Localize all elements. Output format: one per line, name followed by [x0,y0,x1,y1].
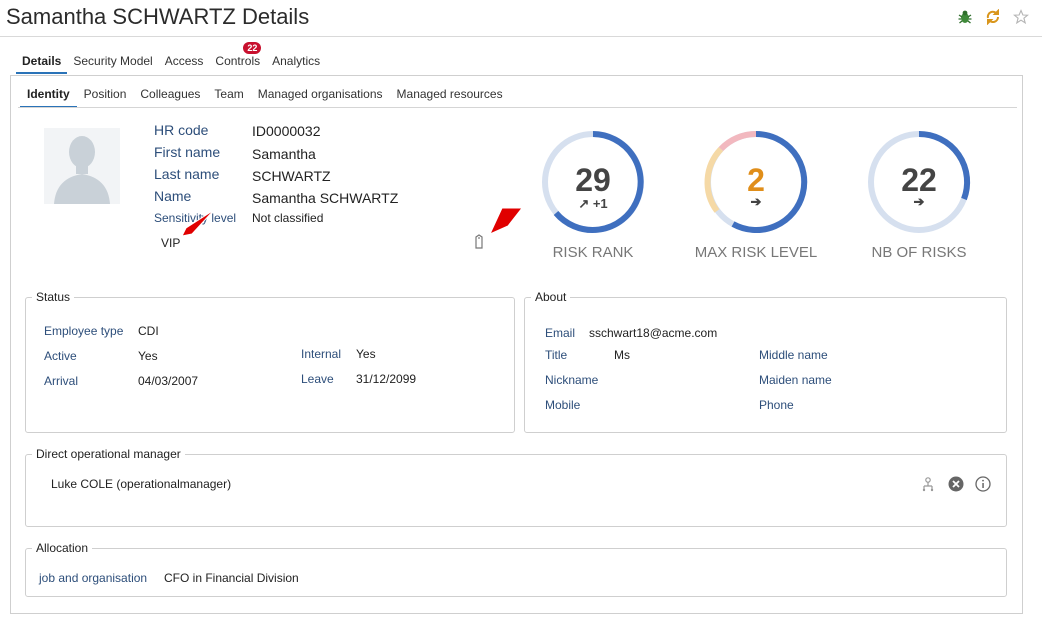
sensitivity-value: Not classified [252,211,324,225]
avatar [44,128,120,204]
tab-label: Access [164,54,204,68]
tab-security-model[interactable]: Security Model [67,50,158,74]
manager-link[interactable]: Luke COLE (operationalmanager) [51,477,231,491]
org-chart-icon[interactable] [920,476,936,492]
allocation-value: CFO in Financial Division [164,571,299,585]
sync-icon[interactable] [984,8,1002,26]
tab-label: Analytics [272,54,321,68]
tab-access[interactable]: Access [159,50,210,74]
employee-type-value: CDI [138,324,159,338]
tab-controls[interactable]: Controls 22 [209,42,266,74]
name-label: Name [154,188,192,204]
active-value: Yes [138,349,158,363]
nb-of-risks-caption: NB OF RISKS [871,244,967,261]
first-name-value: Samantha [252,146,316,162]
controls-count-badge: 22 [243,42,262,54]
hr-code-value: ID0000032 [252,123,321,139]
about-legend: About [535,290,567,304]
arrival-value: 04/03/2007 [138,374,199,388]
tab-label: Security Model [73,54,153,68]
header-actions [956,8,1030,26]
allocation-label: job and organisation [39,571,148,585]
hr-code-label: HR code [154,122,209,138]
bug-icon[interactable] [956,8,974,26]
tab-managed-resources[interactable]: Managed resources [390,84,510,108]
name-value: Samantha SCHWARTZ [252,190,399,206]
internal-value: Yes [356,347,376,361]
leave-label: Leave [301,372,334,386]
employee-type-label: Employee type [44,324,124,338]
sub-tabs-divider [18,107,1017,108]
status-legend: Status [36,290,71,304]
first-name-label: First name [154,144,221,160]
max-risk-level-caption: MAX RISK LEVEL [694,244,818,261]
allocation-section: Allocation [25,541,1007,597]
tab-position[interactable]: Position [77,84,134,108]
mobile-label: Mobile [545,398,581,412]
email-value: sschwart18@acme.com [589,326,718,340]
internal-label: Internal [301,347,342,361]
star-icon[interactable] [1012,8,1030,26]
risk-rank-trend: ↗ +1 [578,196,608,211]
vip-tag: VIP [161,236,181,250]
tab-label: Controls [215,54,261,68]
tab-colleagues[interactable]: Colleagues [133,84,207,108]
tab-identity[interactable]: Identity [20,84,77,108]
tab-label: Details [22,54,62,68]
tab-analytics[interactable]: Analytics [266,50,326,74]
nickname-label: Nickname [545,373,599,387]
red-arrow-icon [181,209,215,237]
sub-tabs: Identity Position Colleagues Team Manage… [20,84,510,108]
tab-team[interactable]: Team [207,84,250,108]
title-label: Title [545,348,568,362]
email-label: Email [545,326,576,340]
risk-rank-value: 29 [575,162,611,198]
tag-icon[interactable] [473,234,485,255]
title-value: Ms [614,348,630,362]
title-divider [0,36,1042,37]
maiden-name-label: Maiden name [759,373,832,387]
page-title: Samantha SCHWARTZ Details [6,4,310,29]
last-name-value: SCHWARTZ [252,168,331,184]
leave-value: 31/12/2099 [356,372,417,386]
main-tabs: Details Security Model Access Controls 22… [16,42,326,76]
active-label: Active [44,349,77,363]
middle-name-label: Middle name [759,348,828,362]
status-section: Status [25,290,515,433]
risk-rank-caption: RISK RANK [552,244,634,261]
max-risk-level-trend: ➔ [750,194,762,209]
person-silhouette-icon [54,136,110,204]
manager-legend: Direct operational manager [36,447,181,461]
red-arrow-icon [488,207,524,235]
info-icon[interactable] [975,476,991,492]
last-name-label: Last name [154,166,220,182]
tab-details[interactable]: Details [16,50,68,74]
phone-label: Phone [759,398,794,412]
arrival-label: Arrival [44,374,79,388]
allocation-legend: Allocation [36,541,89,555]
tab-managed-organisations[interactable]: Managed organisations [251,84,390,108]
remove-icon[interactable] [948,476,964,492]
nb-of-risks-trend: ➔ [913,194,925,209]
